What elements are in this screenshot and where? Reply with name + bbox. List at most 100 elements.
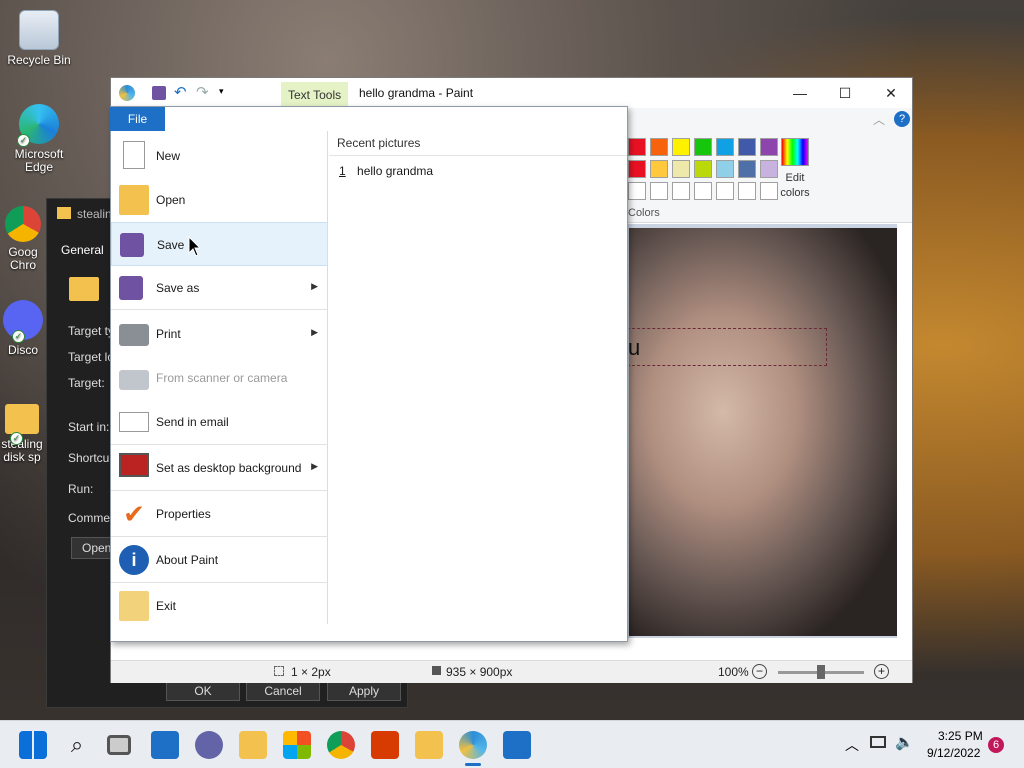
customize-qat-icon[interactable]: ▾ [219, 86, 224, 97]
desktop-icon-discord[interactable]: ✓ Disco [0, 300, 48, 357]
app-icon[interactable] [503, 731, 531, 759]
menu-item-set-as-desktop-background[interactable]: Set as desktop background ▶ [111, 446, 328, 490]
desktop-icon-chrome[interactable]: Goog Chro [0, 206, 48, 272]
widgets-icon[interactable] [151, 731, 179, 759]
zoom-level: 100% [718, 665, 749, 679]
minimize-button[interactable]: — [777, 78, 823, 108]
menu-item-new[interactable]: New [111, 134, 328, 178]
target-location-label: Target lo [68, 350, 115, 364]
microsoft-store-icon[interactable] [283, 731, 311, 759]
color-swatch[interactable] [650, 160, 668, 178]
menu-item-print[interactable]: Print ▶ [111, 312, 328, 356]
recent-item[interactable]: 1 hello grandma [329, 156, 627, 186]
color-swatch[interactable] [760, 182, 778, 200]
clock-date[interactable]: 9/12/2022 [927, 746, 980, 760]
menu-item-label: Save as [156, 281, 200, 295]
canvas-text: u [629, 335, 641, 360]
color-swatch[interactable] [628, 160, 646, 178]
color-swatch[interactable] [738, 182, 756, 200]
menu-item-about-paint[interactable]: i About Paint [111, 538, 328, 582]
mouse-cursor-icon [188, 236, 202, 257]
submenu-arrow-icon: ▶ [311, 461, 318, 471]
maximize-button[interactable]: ☐ [822, 78, 868, 108]
tab-general[interactable]: General [61, 243, 104, 257]
apply-button[interactable]: Apply [327, 681, 401, 701]
menu-item-save[interactable]: Save [111, 222, 328, 266]
color-swatch[interactable] [694, 160, 712, 178]
color-swatch[interactable] [716, 160, 734, 178]
close-button[interactable]: ✕ [868, 78, 914, 108]
undo-icon[interactable]: ↶ [174, 83, 187, 101]
ok-button[interactable]: OK [166, 681, 240, 701]
target-label: Target: [68, 376, 105, 390]
desktop-icon-label: Goog Chro [8, 245, 38, 272]
paint-taskbar-icon[interactable] [459, 731, 487, 759]
clock-time[interactable]: 3:25 PM [938, 729, 983, 743]
menu-item-save-as[interactable]: Save as ▶ [111, 266, 328, 310]
notification-badge[interactable]: 6 [988, 737, 1004, 753]
color-swatch[interactable] [760, 160, 778, 178]
open-file-location-button[interactable]: Open [71, 537, 111, 559]
desktop-icon-edge[interactable]: ✓ Microsoft Edge [3, 104, 75, 174]
edit-colors-label: Edit colors [780, 172, 810, 199]
menu-item-exit[interactable]: Exit [111, 584, 328, 628]
search-icon[interactable]: ⌕ [63, 731, 91, 759]
edit-colors-button[interactable]: Edit colors [777, 138, 813, 200]
start-icon[interactable] [19, 731, 47, 759]
menu-item-properties[interactable]: ✔ Properties [111, 492, 328, 536]
teams-chat-icon[interactable] [195, 731, 223, 759]
redo-icon[interactable]: ↷ [196, 83, 209, 101]
zoom-out-button[interactable]: − [752, 664, 767, 679]
chrome-taskbar-icon[interactable] [327, 731, 355, 759]
colors-group-label: Colors [628, 207, 660, 219]
color-swatch[interactable] [716, 182, 734, 200]
color-swatch[interactable] [650, 138, 668, 156]
selection-size-icon [274, 666, 284, 676]
qat-save-icon[interactable] [152, 86, 166, 100]
task-view-icon[interactable] [107, 735, 131, 755]
color-swatch[interactable] [672, 160, 690, 178]
color-swatch[interactable] [628, 138, 646, 156]
menu-item-open[interactable]: Open [111, 178, 328, 222]
menu-item-label: Save [157, 238, 185, 252]
color-swatch[interactable] [628, 182, 646, 200]
show-hidden-icons-icon[interactable]: ︿ [845, 735, 859, 755]
desktop-icon-recycle-bin[interactable]: Recycle Bin [3, 10, 75, 67]
color-swatch[interactable] [672, 138, 690, 156]
office-icon[interactable] [371, 731, 399, 759]
menu-item-send-in-email[interactable]: Send in email [111, 400, 328, 444]
text-selection-box[interactable]: u [629, 328, 827, 366]
chrome-icon [5, 206, 41, 242]
color-swatch[interactable] [760, 138, 778, 156]
vertical-scrollbar[interactable] [897, 224, 912, 638]
color-swatch[interactable] [672, 182, 690, 200]
desktop-icon-folder[interactable]: ✓ stealing disk sp [0, 404, 48, 464]
canvas-photo[interactable]: u [629, 228, 897, 636]
color-swatch[interactable] [716, 138, 734, 156]
folder-taskbar-icon[interactable] [415, 731, 443, 759]
paint-app-icon[interactable] [119, 85, 135, 101]
volume-icon[interactable]: 🔈 [895, 733, 914, 751]
color-swatch[interactable] [694, 138, 712, 156]
menu-separator [111, 536, 328, 537]
text-tools-context-tab[interactable]: Text Tools [281, 82, 349, 108]
desktop-icon-label: Recycle Bin [7, 53, 71, 67]
file-menu-commands: New Open Save Save as ▶ Print ▶ From scanner or… [111, 131, 328, 624]
menu-item-label: Open [156, 193, 186, 207]
ribbon-minimize-icon[interactable]: ︿ [873, 111, 885, 128]
color-swatch[interactable] [738, 160, 756, 178]
file-explorer-icon[interactable] [239, 731, 267, 759]
network-icon[interactable] [870, 736, 886, 748]
color-swatch[interactable] [738, 138, 756, 156]
color-swatch[interactable] [650, 182, 668, 200]
zoom-in-button[interactable]: + [874, 664, 889, 679]
help-icon[interactable]: ? [894, 111, 910, 127]
window-title: hello grandma - Paint [359, 86, 474, 100]
color-swatch[interactable] [694, 182, 712, 200]
taskbar: ⌕ ︿ 🔈 3:25 PM 9/12/2022 6 [0, 720, 1024, 768]
zoom-slider-thumb[interactable] [817, 665, 825, 679]
menu-item-label: From scanner or camera [156, 371, 288, 385]
cancel-button[interactable]: Cancel [246, 681, 320, 701]
color-wheel-icon [781, 138, 809, 166]
file-tab[interactable]: File [110, 107, 165, 131]
